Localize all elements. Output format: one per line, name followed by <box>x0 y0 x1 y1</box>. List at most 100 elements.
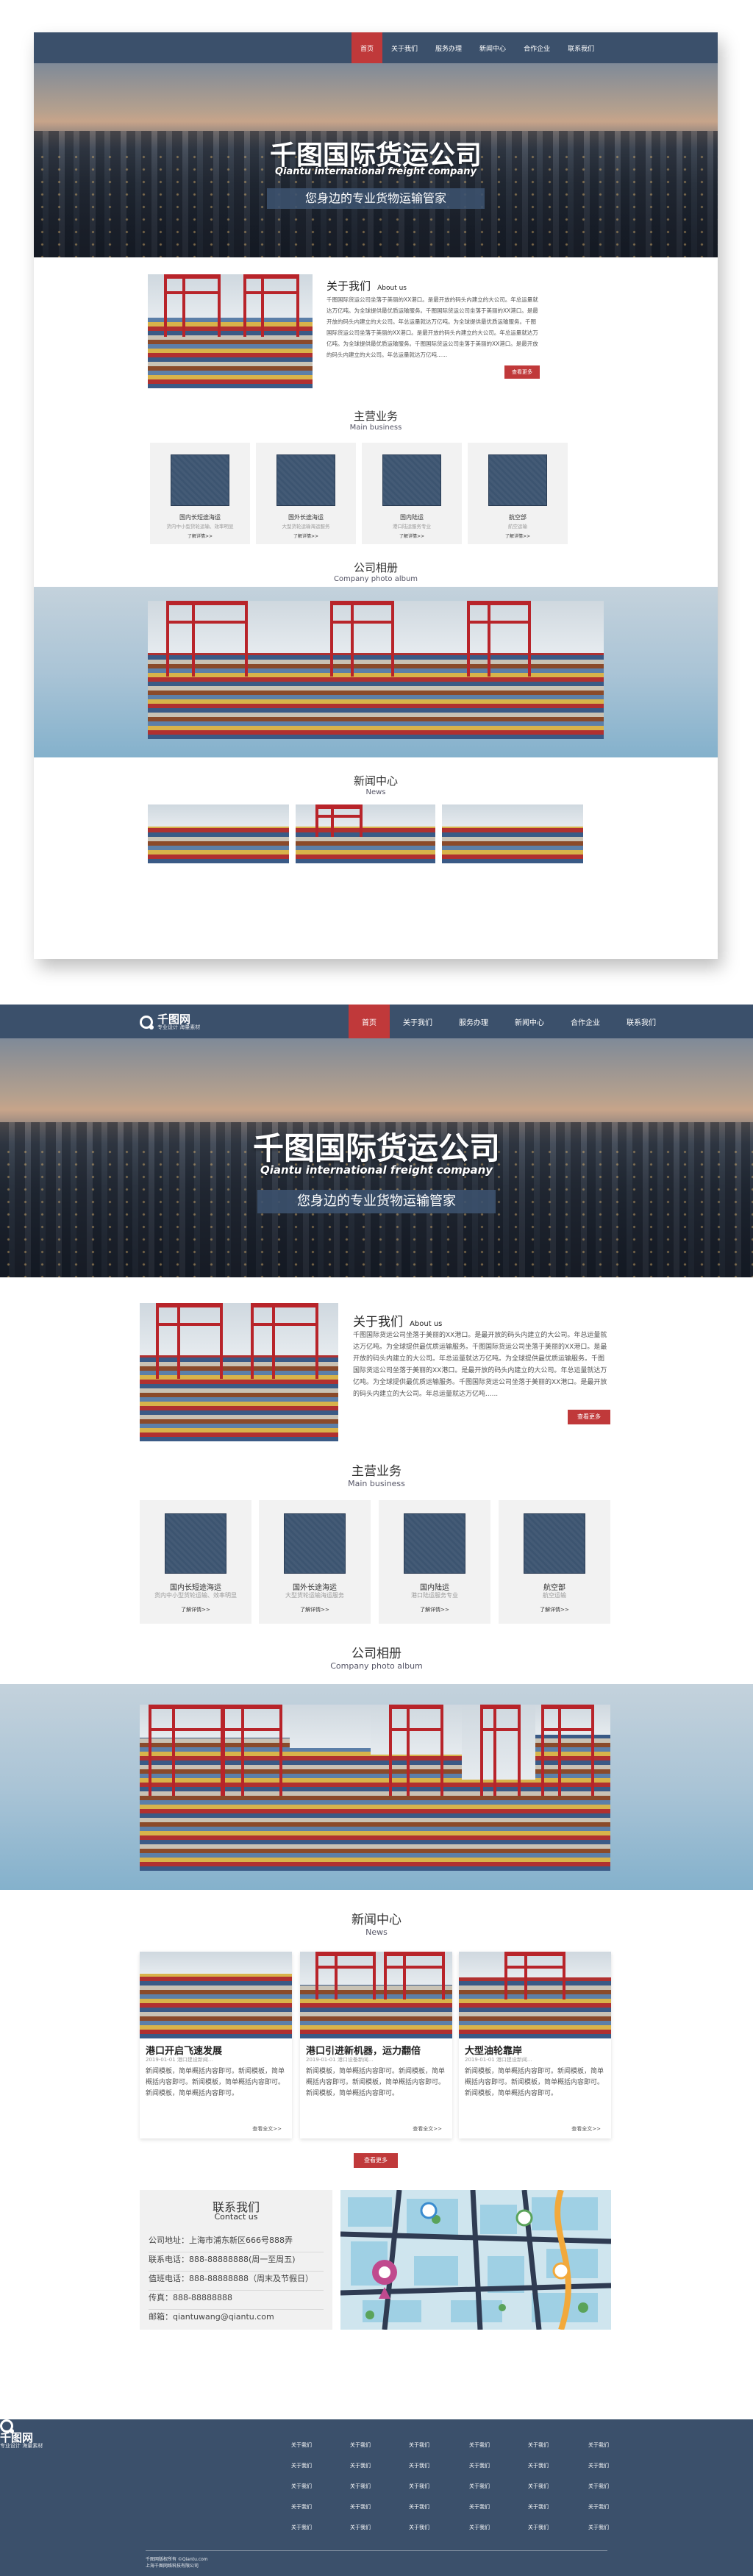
footer-logo[interactable]: 千图网 专业设计 海量素材 <box>0 2419 753 2449</box>
news-card[interactable]: 港口引进新机器，运力翻倍 2019-01-01 港口设备新闻... 新闻模板，简… <box>300 1952 452 2138</box>
footer-link[interactable]: 关于我们 <box>588 2524 609 2531</box>
news-card[interactable]: 港口开启飞速发展 2019-01-01 港口建设新闻... 新闻模板，简单概括内… <box>140 1952 292 2138</box>
preview-business-card[interactable]: 国内陆运港口陆运服务专业了解详情>> <box>362 443 462 544</box>
business-heading: 主营业务 Main business <box>0 1460 753 1488</box>
preview-about-more-button[interactable]: 查看更多 <box>504 365 540 379</box>
footer-link[interactable]: 关于我们 <box>409 2524 429 2531</box>
about-image <box>140 1303 338 1441</box>
preview-business-card-title: 国内陆运 <box>400 514 424 521</box>
news-card-more[interactable]: 查看全文>> <box>413 2125 442 2133</box>
footer-link[interactable]: 关于我们 <box>291 2483 312 2490</box>
footer-link[interactable]: 关于我们 <box>291 2524 312 2531</box>
footer-link[interactable]: 关于我们 <box>588 2462 609 2469</box>
business-card-title: 国外长途海运 <box>293 1584 337 1592</box>
site-footer: 千图网 专业设计 海量素材 关于我们 关于我们 关于我们 关于我们 关于我们 关于我们关… <box>0 2419 753 2576</box>
footer-link[interactable]: 关于我们 <box>528 2483 549 2490</box>
page-preview-mockup: 首页 关于我们 服务办理 新闻中心 合作企业 联系我们 千图国际货运公司 Qia… <box>34 32 718 959</box>
news-title: 新闻中心 <box>351 1913 402 1927</box>
preview-nav-partners[interactable]: 合作企业 <box>515 32 559 63</box>
footer-link[interactable]: 关于我们 <box>409 2483 429 2490</box>
business-card[interactable]: 国内陆运 港口陆运服务专业 了解详情>> <box>379 1500 490 1624</box>
footer-link[interactable]: 关于我们 <box>291 2462 312 2469</box>
business-card-more[interactable]: 了解详情>> <box>379 1606 490 1613</box>
footer-link[interactable]: 关于我们 <box>409 2441 429 2449</box>
logo-text: 千图网 <box>157 1013 191 1026</box>
album-photo[interactable] <box>535 1705 610 1871</box>
preview-nav-home[interactable]: 首页 <box>351 32 383 63</box>
preview-service-image <box>488 454 547 506</box>
preview-nav-service[interactable]: 服务办理 <box>427 32 471 63</box>
business-card[interactable]: 国内长短途海运 货内中小型货轮运输、效率明显 了解详情>> <box>140 1500 251 1624</box>
news-card-title: 港口引进新机器，运力翻倍 <box>306 2046 421 2057</box>
preview-nav-about[interactable]: 关于我们 <box>382 32 427 63</box>
footer-link[interactable]: 关于我们 <box>469 2441 490 2449</box>
footer-link[interactable]: 关于我们 <box>528 2524 549 2531</box>
preview-business-card-more[interactable]: 了解详情>> <box>150 532 250 539</box>
business-card-desc: 大型货轮运输海运服务 <box>285 1592 344 1599</box>
preview-news-title: 新闻中心 <box>353 774 398 788</box>
footer-link[interactable]: 关于我们 <box>291 2441 312 2449</box>
business-card-more[interactable]: 了解详情>> <box>259 1606 371 1613</box>
preview-nav-contact[interactable]: 联系我们 <box>559 32 603 63</box>
news-card-more[interactable]: 查看全文>> <box>571 2125 601 2133</box>
news-more-button[interactable]: 查看更多 <box>354 2153 398 2168</box>
preview-hero: 千图国际货运公司 Qiantu international freight co… <box>34 63 718 257</box>
footer-link[interactable]: 关于我们 <box>588 2483 609 2490</box>
nav-partners[interactable]: 合作企业 <box>557 1005 613 1038</box>
footer-link[interactable]: 关于我们 <box>469 2483 490 2490</box>
location-map[interactable] <box>340 2190 611 2330</box>
album-photo[interactable] <box>140 1705 290 1871</box>
hero-banner: 千图国际货运公司 Qiantu international freight co… <box>0 1038 753 1277</box>
preview-business-card-more[interactable]: 了解详情>> <box>362 532 462 539</box>
business-card-more[interactable]: 了解详情>> <box>140 1606 251 1613</box>
footer-link[interactable]: 关于我们 <box>469 2524 490 2531</box>
footer-link[interactable]: 关于我们 <box>528 2441 549 2449</box>
footer-link[interactable]: 关于我们 <box>350 2503 371 2511</box>
preview-business-card[interactable]: 国外长途海运 大型货轮运输海运服务 了解详情>> <box>256 443 356 544</box>
nav-home[interactable]: 首页 <box>349 1005 390 1038</box>
album-title-en: Company photo album <box>330 1661 423 1671</box>
preview-business-card[interactable]: 航空部 航空运输 了解详情>> <box>468 443 568 544</box>
footer-link[interactable]: 关于我们 <box>469 2503 490 2511</box>
footer-link[interactable]: 关于我们 <box>409 2462 429 2469</box>
nav-service[interactable]: 服务办理 <box>446 1005 502 1038</box>
preview-business-card[interactable]: 国内长短途海运 货内中小型货轮运输、效率明显 了解详情>> <box>150 443 250 544</box>
album-photo[interactable] <box>462 1705 535 1871</box>
preview-business-card-desc: 港口陆运服务专业 <box>393 524 431 529</box>
footer-logo-text: 千图网 <box>0 2431 34 2444</box>
news-card-more[interactable]: 查看全文>> <box>252 2125 282 2133</box>
preview-nav-bar: 首页 关于我们 服务办理 新闻中心 合作企业 联系我们 <box>34 32 718 63</box>
preview-business-card-desc: 航空运输 <box>508 524 527 529</box>
footer-link[interactable]: 关于我们 <box>528 2503 549 2511</box>
preview-business-card-title: 国内长短途海运 <box>179 514 221 521</box>
nav-contact[interactable]: 联系我们 <box>613 1005 669 1038</box>
preview-business-card-more[interactable]: 了解详情>> <box>468 532 568 539</box>
about-heading: 关于我们 About us <box>353 1311 442 1330</box>
footer-link[interactable]: 关于我们 <box>350 2524 371 2531</box>
business-card[interactable]: 国外长途海运 大型货轮运输海运服务 了解详情>> <box>259 1500 371 1624</box>
footer-link[interactable]: 关于我们 <box>588 2503 609 2511</box>
album-photo[interactable] <box>371 1705 462 1871</box>
footer-link[interactable]: 关于我们 <box>588 2441 609 2449</box>
business-card-more[interactable]: 了解详情>> <box>499 1606 610 1613</box>
footer-link[interactable]: 关于我们 <box>409 2503 429 2511</box>
brand-logo[interactable]: 千图网 专业设计 海量素材 <box>140 1014 200 1030</box>
footer-link[interactable]: 关于我们 <box>350 2462 371 2469</box>
nav-about[interactable]: 关于我们 <box>390 1005 446 1038</box>
footer-link[interactable]: 关于我们 <box>469 2462 490 2469</box>
footer-link[interactable]: 关于我们 <box>528 2462 549 2469</box>
footer-link[interactable]: 关于我们 <box>291 2503 312 2511</box>
business-card[interactable]: 航空部 航空运输 了解详情>> <box>499 1500 610 1624</box>
news-card[interactable]: 大型油轮靠岸 2019-01-01 港口建设新闻... 新闻模板，简单概括内容即… <box>459 1952 611 2138</box>
service-image <box>524 1513 585 1574</box>
preview-business-card-more[interactable]: 了解详情>> <box>256 532 356 539</box>
news-image <box>140 1952 292 2038</box>
about-more-button[interactable]: 查看更多 <box>568 1410 610 1424</box>
business-card-title: 航空部 <box>543 1584 565 1592</box>
album-photo[interactable] <box>290 1705 371 1871</box>
nav-news[interactable]: 新闻中心 <box>502 1005 557 1038</box>
footer-link[interactable]: 关于我们 <box>350 2483 371 2490</box>
footer-link[interactable]: 关于我们 <box>350 2441 371 2449</box>
preview-menu: 首页 关于我们 服务办理 新闻中心 合作企业 联系我们 <box>351 32 603 63</box>
preview-nav-news[interactable]: 新闻中心 <box>471 32 515 63</box>
